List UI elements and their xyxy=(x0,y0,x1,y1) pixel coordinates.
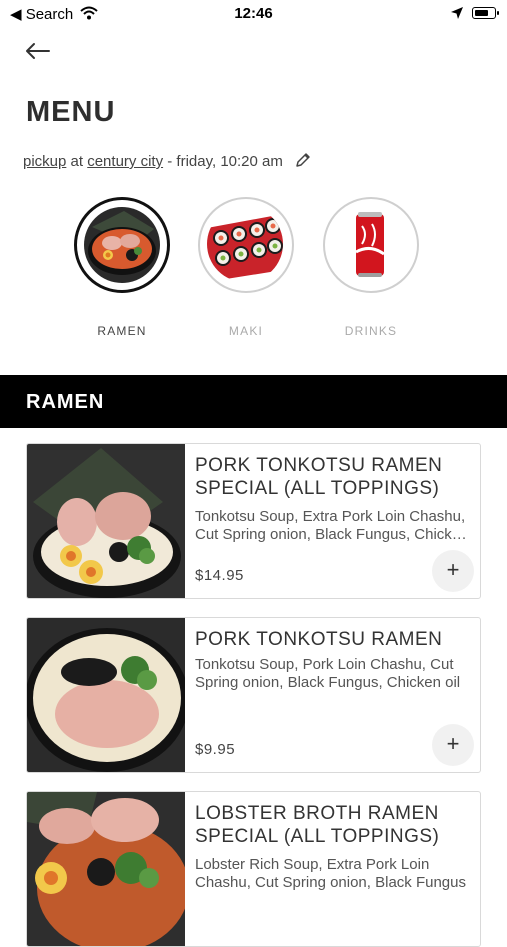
maki-sushi-image xyxy=(207,206,283,282)
item-price: $9.95 xyxy=(195,741,236,758)
category-label: RAMEN xyxy=(97,324,147,338)
section-title: RAMEN xyxy=(26,391,105,413)
item-name: PORK TONKOTSU RAMEN xyxy=(195,629,443,650)
order-time-text: - friday, 10:20 am xyxy=(167,153,283,170)
soda-can-image xyxy=(332,206,408,282)
add-to-cart-button[interactable]: + xyxy=(432,724,474,766)
location-link[interactable]: century city xyxy=(87,153,163,170)
category-maki[interactable]: MAKI xyxy=(198,197,294,338)
item-description: Tonkotsu Soup, Extra Pork Loin Chashu, C… xyxy=(195,508,469,543)
pencil-icon[interactable] xyxy=(295,152,311,168)
category-image xyxy=(198,197,294,293)
item-image xyxy=(27,444,185,598)
category-image xyxy=(74,197,170,293)
item-name: LOBSTER BROTH RAMEN SPECIAL (ALL TOPPING… xyxy=(195,803,440,847)
back-button[interactable] xyxy=(22,36,54,66)
menu-item-card[interactable]: PORK TONKOTSU RAMEN SPECIAL (ALL TOPPING… xyxy=(26,443,481,599)
pickup-mode-link[interactable]: pickup xyxy=(23,153,66,170)
item-description: Tonkotsu Soup, Pork Loin Chashu, Cut Spr… xyxy=(195,656,461,691)
ramen-bowl-image xyxy=(84,207,160,283)
item-name: PORK TONKOTSU RAMEN SPECIAL (ALL TOPPING… xyxy=(195,455,443,499)
battery-icon xyxy=(472,7,499,19)
item-price: $14.95 xyxy=(195,567,244,584)
order-info: pickup at century city - friday, 10:20 a… xyxy=(23,152,311,170)
category-label: DRINKS xyxy=(344,324,398,338)
category-image xyxy=(323,197,419,293)
category-label: MAKI xyxy=(228,324,264,338)
category-drinks[interactable]: DRINKS xyxy=(323,197,419,338)
section-header: RAMEN xyxy=(0,375,507,428)
order-at-text: at xyxy=(70,153,84,170)
add-to-cart-button[interactable]: + xyxy=(432,550,474,592)
menu-item-card[interactable]: LOBSTER BROTH RAMEN SPECIAL (ALL TOPPING… xyxy=(26,791,481,947)
item-image xyxy=(27,792,185,946)
page-title: MENU xyxy=(26,96,116,128)
status-time: 12:46 xyxy=(234,5,273,22)
location-arrow-icon xyxy=(451,7,463,19)
menu-item-card[interactable]: PORK TONKOTSU RAMEN Tonkotsu Soup, Pork … xyxy=(26,617,481,773)
item-image xyxy=(27,618,185,772)
item-description: Lobster Rich Soup, Extra Pork Loin Chash… xyxy=(195,856,466,891)
category-ramen[interactable]: RAMEN xyxy=(74,197,170,338)
arrow-left-icon xyxy=(26,43,50,59)
status-bar: ◀ Search 12:46 xyxy=(0,0,507,28)
